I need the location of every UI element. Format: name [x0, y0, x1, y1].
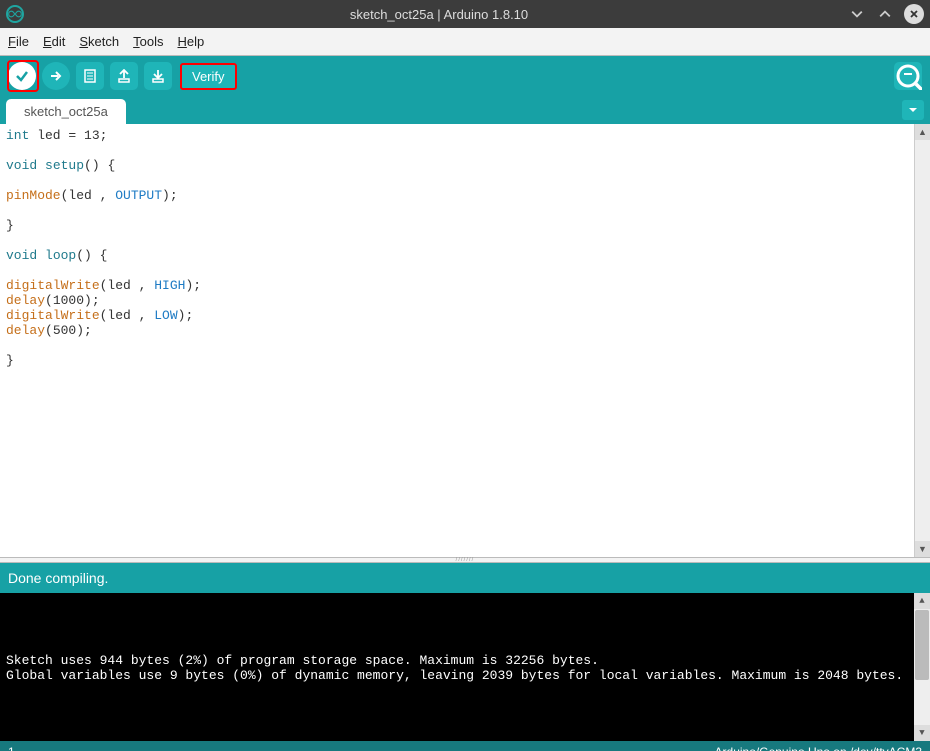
save-sketch-button[interactable]: [144, 62, 172, 90]
editor-area: int led = 13; void setup() { pinMode(led…: [0, 124, 930, 557]
console-line: Sketch uses 944 bytes (2%) of program st…: [6, 653, 599, 668]
console-output[interactable]: Sketch uses 944 bytes (2%) of program st…: [0, 593, 914, 741]
footer-bar: 1 Arduino/Genuino Uno on /dev/ttyACM3: [0, 741, 930, 751]
serial-monitor-button[interactable]: [894, 62, 922, 90]
code-token: int: [6, 128, 29, 143]
scroll-track[interactable]: [915, 140, 930, 541]
status-message: Done compiling.: [8, 570, 108, 586]
code-token: (500);: [45, 323, 92, 338]
code-token: );: [162, 188, 178, 203]
code-editor[interactable]: int led = 13; void setup() { pinMode(led…: [0, 124, 914, 557]
code-token: led = 13;: [29, 128, 107, 143]
code-token: HIGH: [154, 278, 185, 293]
code-token: [37, 158, 45, 173]
window-titlebar: sketch_oct25a | Arduino 1.8.10: [0, 0, 930, 28]
code-token: delay: [6, 293, 45, 308]
code-token: }: [6, 218, 14, 233]
code-token: setup: [45, 158, 84, 173]
tab-dropdown-button[interactable]: [902, 100, 924, 120]
scroll-up-icon[interactable]: ▲: [914, 593, 930, 609]
close-icon[interactable]: [904, 4, 924, 24]
maximize-icon[interactable]: [876, 5, 894, 23]
code-token: digitalWrite: [6, 278, 100, 293]
code-token: void: [6, 248, 37, 263]
code-token: () {: [76, 248, 107, 263]
menu-help[interactable]: Help: [177, 34, 204, 49]
minimize-icon[interactable]: [848, 5, 866, 23]
code-token: loop: [45, 248, 76, 263]
scroll-down-icon[interactable]: ▼: [915, 541, 930, 557]
menubar: File Edit Sketch Tools Help: [0, 28, 930, 56]
tab-sketch[interactable]: sketch_oct25a: [6, 99, 126, 124]
code-token: );: [178, 308, 194, 323]
status-bar: Done compiling.: [0, 563, 930, 593]
menu-tools[interactable]: Tools: [133, 34, 163, 49]
scroll-down-icon[interactable]: ▼: [914, 725, 930, 741]
code-token: [37, 248, 45, 263]
console-scrollbar[interactable]: ▲ ▼: [914, 593, 930, 741]
scroll-track[interactable]: [914, 681, 930, 725]
arduino-logo-icon: [6, 5, 24, 23]
tabbar: sketch_oct25a: [0, 96, 930, 124]
code-token: (led ,: [100, 278, 155, 293]
window-title: sketch_oct25a | Arduino 1.8.10: [30, 7, 848, 22]
line-number: 1: [8, 745, 15, 751]
board-port: Arduino/Genuino Uno on /dev/ttyACM3: [715, 745, 922, 751]
console-area: Sketch uses 944 bytes (2%) of program st…: [0, 593, 930, 741]
verify-button[interactable]: [8, 62, 36, 90]
menu-edit[interactable]: Edit: [43, 34, 65, 49]
code-token: (1000);: [45, 293, 100, 308]
code-token: (led ,: [100, 308, 155, 323]
code-token: OUTPUT: [115, 188, 162, 203]
new-sketch-button[interactable]: [76, 62, 104, 90]
code-token: pinMode: [6, 188, 61, 203]
code-token: LOW: [154, 308, 177, 323]
menu-file[interactable]: File: [8, 34, 29, 49]
code-token: (led ,: [61, 188, 116, 203]
code-token: () {: [84, 158, 115, 173]
code-token: delay: [6, 323, 45, 338]
editor-scrollbar[interactable]: ▲ ▼: [914, 124, 930, 557]
code-token: }: [6, 353, 14, 368]
scroll-thumb[interactable]: [915, 610, 929, 680]
menu-sketch[interactable]: Sketch: [79, 34, 119, 49]
toolbar-hint: Verify: [180, 63, 237, 90]
console-line: Global variables use 9 bytes (0%) of dyn…: [6, 668, 903, 683]
code-token: );: [185, 278, 201, 293]
code-token: digitalWrite: [6, 308, 100, 323]
scroll-up-icon[interactable]: ▲: [915, 124, 930, 140]
open-sketch-button[interactable]: [110, 62, 138, 90]
code-token: void: [6, 158, 37, 173]
upload-button[interactable]: [42, 62, 70, 90]
toolbar: Verify: [0, 56, 930, 96]
